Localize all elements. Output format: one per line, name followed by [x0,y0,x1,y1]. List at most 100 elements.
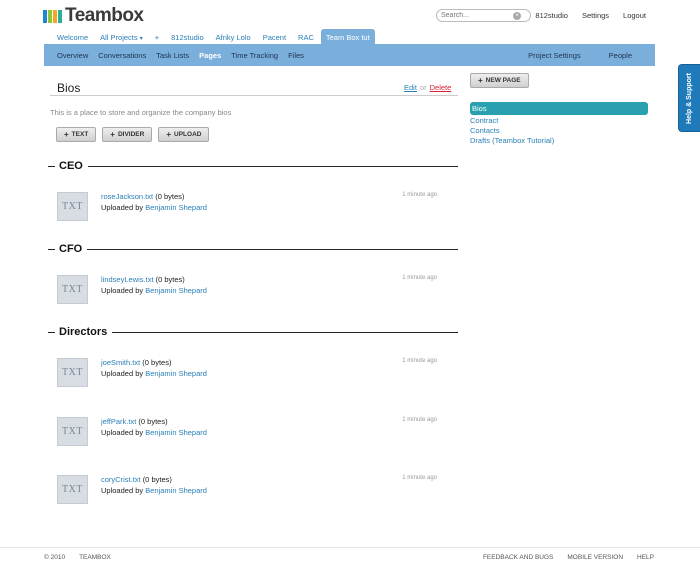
section-title: CEO [59,160,83,172]
file-item: TXT jeffPark.txt (0 bytes) Uploaded by B… [57,417,437,449]
section-divider-ceo[interactable]: CEO [48,160,458,172]
file-link[interactable]: joeSmith.txt [101,358,140,367]
user-link[interactable]: Benjamin Shepard [145,286,207,295]
add-text-button[interactable]: + TEXT [56,127,97,142]
user-link[interactable]: Benjamin Shepard [145,486,207,495]
timestamp: 1 minute ago [402,358,437,364]
nav-overview[interactable]: Overview [57,51,88,60]
project-tab-afriky-lolo[interactable]: Afriky Lolo [211,30,256,45]
file-link[interactable]: jeffPark.txt [101,417,136,426]
txt-file-icon[interactable]: TXT [57,275,88,304]
nav-people[interactable]: People [609,51,632,60]
org-link[interactable]: 812studio [535,11,568,20]
project-tab-welcome[interactable]: Welcome [52,30,93,45]
search-box[interactable]: × [436,9,531,22]
uploaded-by-text: Uploaded by [101,486,144,495]
user-link[interactable]: Benjamin Shepard [145,428,207,437]
user-link[interactable]: Benjamin Shepard [145,369,207,378]
txt-file-icon[interactable]: TXT [57,475,88,504]
project-tab-rac[interactable]: RAC [293,30,319,45]
divider-line [87,165,458,167]
divider-line [87,248,458,250]
uploaded-by-text: Uploaded by [101,203,144,212]
timestamp: 1 minute ago [402,417,437,423]
project-tab-all-projects[interactable]: All Projects ▾ [95,30,148,45]
button-label: NEW PAGE [485,77,521,84]
page-description: This is a place to store and organize th… [50,108,232,117]
section-divider-directors[interactable]: Directors [48,326,458,338]
settings-link[interactable]: Settings [582,11,609,20]
file-size: (0 bytes) [142,358,172,367]
user-link[interactable]: Benjamin Shepard [145,203,207,212]
clear-icon[interactable]: × [513,11,521,20]
nav-files[interactable]: Files [288,51,304,60]
help-support-tab[interactable]: Help & Support [678,64,700,132]
pages-list: Bios Contract Contacts Drafts (Teambox T… [470,102,648,146]
logo-text: Teambox [65,5,144,26]
project-tab-label: Pacent [262,33,287,42]
divider-dash [48,248,55,250]
add-divider-button[interactable]: + DIVIDER [102,127,153,142]
txt-file-icon[interactable]: TXT [57,192,88,221]
chevron-down-icon: ▾ [139,36,143,42]
timestamp: 1 minute ago [402,275,437,281]
help-link[interactable]: HELP [637,554,654,561]
new-page-button[interactable]: + NEW PAGE [470,73,529,88]
nav-task-lists[interactable]: Task Lists [156,51,189,60]
feedback-link[interactable]: FEEDBACK AND BUGS [483,554,553,561]
plus-icon: + [110,130,115,139]
file-item: TXT roseJackson.txt (0 bytes) Uploaded b… [57,192,437,224]
project-tab-pacent[interactable]: Pacent [258,30,291,45]
logout-link[interactable]: Logout [623,11,646,20]
timestamp: 1 minute ago [402,192,437,198]
button-label: DIVIDER [117,131,145,138]
page-item-contract[interactable]: Contract [470,116,648,126]
file-link[interactable]: roseJackson.txt [101,192,153,201]
file-size: (0 bytes) [155,192,185,201]
section-title: CFO [59,243,83,255]
nav-pages[interactable]: Pages [199,51,221,60]
search-input[interactable] [441,12,513,19]
plus-icon: + [166,130,172,139]
project-tabs: Welcome All Projects ▾ + 812studio Afrik… [52,29,377,45]
timestamp: 1 minute ago [402,475,437,481]
nav-project-settings[interactable]: Project Settings [528,51,581,60]
project-tab-label: 812studio [171,33,204,42]
nav-time-tracking[interactable]: Time Tracking [231,51,278,60]
page-item-bios[interactable]: Bios [470,102,648,115]
footer-left: © 2010 TEAMBOX [44,554,111,561]
txt-file-icon[interactable]: TXT [57,417,88,446]
project-tab-812studio[interactable]: 812studio [166,30,209,45]
footer-brand[interactable]: TEAMBOX [79,554,111,561]
teambox-logo[interactable]: Teambox [43,5,144,26]
plus-icon: + [64,130,69,139]
divider-line [112,331,458,333]
project-tab-label: Welcome [57,33,89,42]
divider-dash [48,165,55,167]
file-item: TXT joeSmith.txt (0 bytes) Uploaded by B… [57,358,437,390]
button-label: TEXT [71,131,89,138]
project-tab-team-box-tut[interactable]: Team Box tut [320,29,375,45]
file-link[interactable]: coryCrist.txt [101,475,141,484]
mobile-version-link[interactable]: MOBILE VERSION [567,554,623,561]
file-size: (0 bytes) [138,417,168,426]
page-item-contacts[interactable]: Contacts [470,126,648,136]
logo-mark-icon [43,9,62,23]
copyright: © 2010 [44,554,66,561]
file-item: TXT lindseyLewis.txt (0 bytes) Uploaded … [57,275,437,307]
edit-link[interactable]: Edit [404,83,417,92]
add-project-button[interactable]: + [150,30,164,45]
txt-file-icon[interactable]: TXT [57,358,88,387]
page-item-drafts[interactable]: Drafts (Teambox Tutorial) [470,136,648,146]
project-tab-label: Team Box tut [325,33,370,42]
file-link[interactable]: lindseyLewis.txt [101,275,154,284]
uploaded-by-text: Uploaded by [101,369,144,378]
plus-icon: + [478,76,483,85]
section-divider-cfo[interactable]: CFO [48,243,458,255]
delete-link[interactable]: Delete [430,83,452,92]
nav-conversations[interactable]: Conversations [98,51,146,60]
footer-right: FEEDBACK AND BUGS MOBILE VERSION HELP [483,554,654,561]
nav-right: Project Settings People [528,51,642,60]
upload-button[interactable]: + UPLOAD [158,127,210,142]
file-size: (0 bytes) [155,275,185,284]
